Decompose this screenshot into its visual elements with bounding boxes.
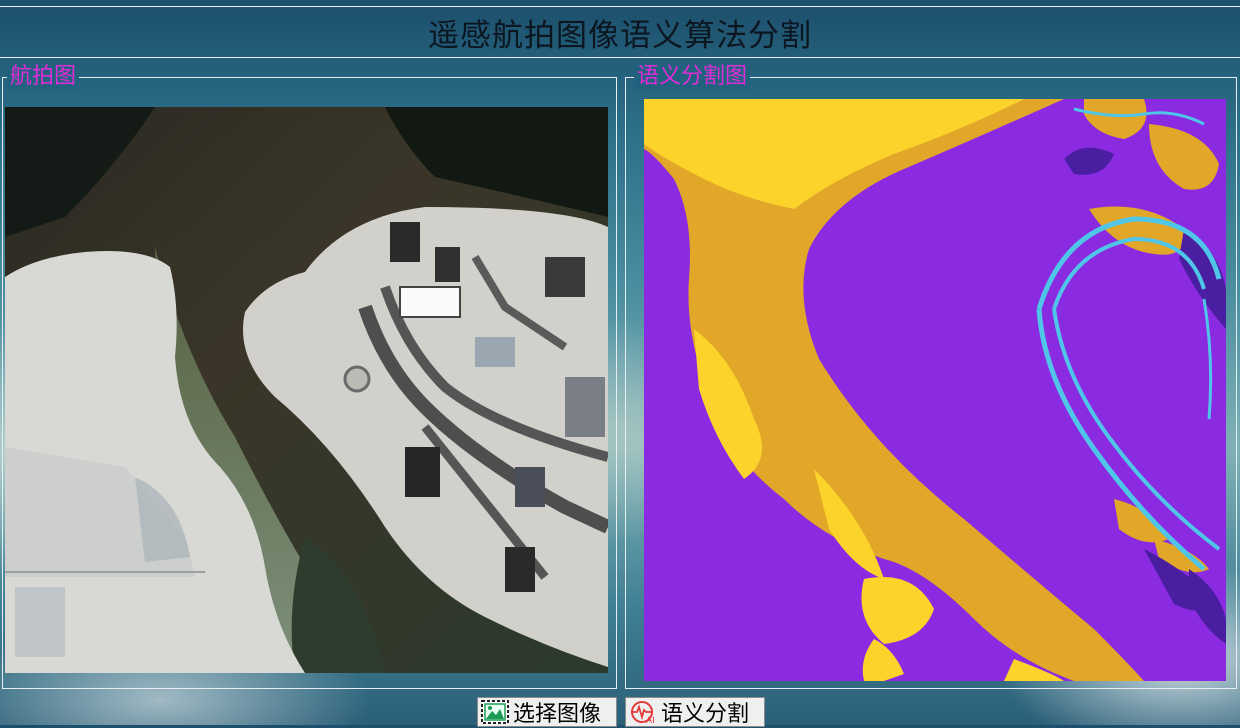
aerial-image bbox=[5, 107, 608, 673]
ai-waveform-icon: AI bbox=[629, 700, 657, 724]
segmentation-graphic bbox=[644, 99, 1226, 681]
segmentation-image bbox=[644, 99, 1226, 681]
image-picture-icon bbox=[481, 700, 509, 724]
aerial-image-group-title: 航拍图 bbox=[7, 64, 80, 90]
aerial-image-graphic bbox=[5, 107, 608, 673]
segmentation-group-title: 语义分割图 bbox=[634, 64, 751, 90]
select-image-label: 选择图像 bbox=[513, 702, 602, 727]
segment-button[interactable]: AI 语义分割 bbox=[625, 697, 765, 727]
svg-text:AI: AI bbox=[646, 716, 655, 724]
window-title: 遥感航拍图像语义算法分割 bbox=[428, 17, 812, 54]
select-image-button[interactable]: 选择图像 bbox=[477, 697, 617, 727]
title-bar: 遥感航拍图像语义算法分割 bbox=[0, 6, 1240, 58]
segment-label: 语义分割 bbox=[661, 702, 750, 727]
